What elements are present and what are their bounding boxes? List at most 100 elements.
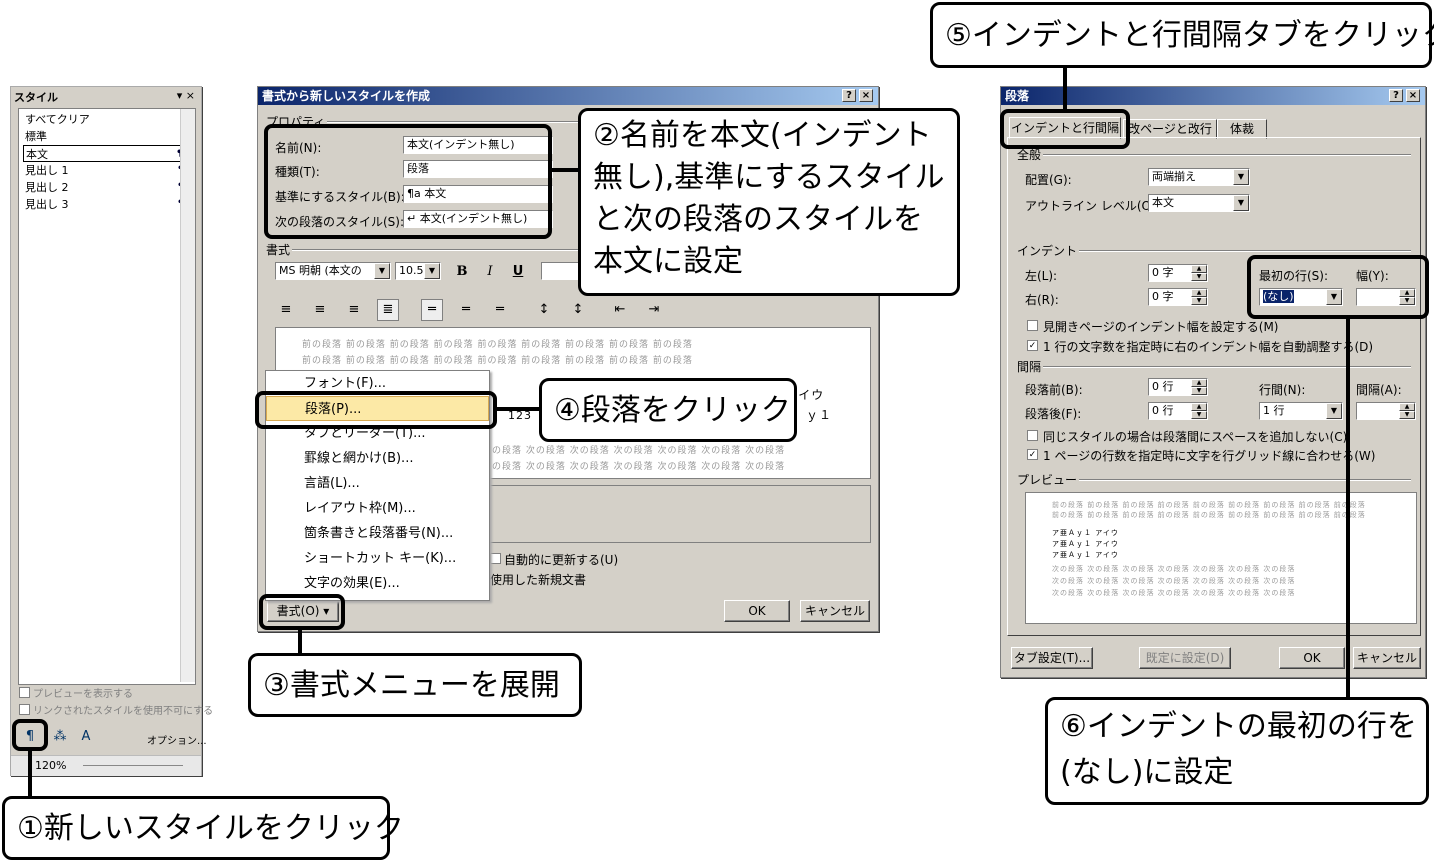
at-input[interactable]: ▲ ▼ — [1356, 402, 1416, 420]
chevron-down-icon[interactable]: ▼ — [424, 263, 440, 279]
double-spacing-icon[interactable]: ═ — [489, 299, 511, 321]
tab-settings-button[interactable]: タブ設定(T)... — [1011, 647, 1093, 669]
menu-item-borders[interactable]: 罫線と網かけ(B)... — [266, 446, 489, 471]
spin-up-icon[interactable]: ▲ — [1191, 379, 1207, 387]
no-space-same-checkbox[interactable] — [1027, 430, 1038, 441]
general-group — [1015, 154, 1411, 155]
highlight-format-button — [259, 594, 345, 630]
align-left-icon[interactable]: ≡ — [275, 299, 297, 321]
list-item[interactable]: 見出し 1¶a — [23, 162, 193, 179]
at-label: 間隔(A): — [1356, 383, 1402, 397]
right-indent-label: 右(R): — [1025, 293, 1059, 307]
bold-button[interactable]: B — [451, 261, 473, 283]
callout-4: ④段落をクリック — [539, 378, 797, 442]
connector-5 — [1063, 66, 1067, 110]
right-indent-input[interactable]: 0 字 ▲ ▼ — [1148, 288, 1208, 306]
set-default-button[interactable]: 既定に設定(D) — [1139, 647, 1231, 669]
spin-up-icon[interactable]: ▲ — [1191, 265, 1207, 273]
highlight-first-line — [1247, 255, 1429, 319]
chevron-down-icon[interactable]: ▼ — [374, 263, 390, 279]
chevron-down-icon[interactable]: ▼ — [1233, 169, 1249, 185]
menu-item-frame[interactable]: レイアウト枠(M)... — [266, 496, 489, 521]
callout-2-line2: 無し),基準にするスタイル — [593, 160, 945, 195]
single-spacing-icon[interactable]: ═ — [421, 299, 443, 321]
menu-item-shortcut[interactable]: ショートカット キー(K)... — [266, 546, 489, 571]
spin-down-icon[interactable]: ▼ — [1399, 411, 1415, 419]
snap-grid-label: 1 ページの行数を指定時に文字を行グリッド線に合わせる(W) — [1043, 449, 1376, 463]
justify-icon[interactable]: ≣ — [377, 299, 399, 321]
cancel-button[interactable]: キャンセル — [1353, 647, 1421, 669]
format-label: 書式 — [264, 241, 293, 258]
close-icon[interactable]: × — [1406, 89, 1420, 102]
one-half-spacing-icon[interactable]: ═ — [455, 299, 477, 321]
list-item[interactable]: 見出し 2¶a — [23, 179, 193, 196]
increase-indent-icon[interactable]: ⇥ — [643, 299, 665, 321]
size-select[interactable]: 10.5 ▼ — [395, 262, 441, 280]
show-preview-checkbox[interactable] — [19, 687, 30, 698]
callout-2-line4: 本文に設定 — [593, 244, 743, 279]
line-spacing-select[interactable]: 1 行 ▼ — [1259, 402, 1343, 420]
auto-update-label: 自動的に更新する(U) — [504, 553, 619, 567]
styles-pane-close-icon[interactable]: ▾ × — [177, 89, 195, 102]
underline-button[interactable]: U — [507, 261, 529, 283]
help-icon[interactable]: ? — [1389, 89, 1403, 102]
space-before-icon[interactable]: ↕ — [533, 299, 555, 321]
before-input[interactable]: 0 行 ▲ ▼ — [1148, 378, 1208, 396]
menu-item-numbering[interactable]: 箇条書きと段落番号(N)... — [266, 521, 489, 546]
highlight-new-style — [12, 719, 48, 751]
font-select[interactable]: MS 明朝 (本文の ▼ — [275, 262, 391, 280]
close-icon[interactable]: × — [859, 89, 873, 102]
list-item[interactable]: 見出し 3¶a — [23, 196, 193, 213]
show-preview-label: プレビューを表示する — [33, 689, 133, 700]
tab-asian-typography[interactable]: 体裁 — [1217, 119, 1267, 139]
paragraph-preview: 前の段落 前の段落 前の段落 前の段落 前の段落 前の段落 前の段落 前の段落 … — [1025, 492, 1417, 624]
italic-button[interactable]: I — [479, 261, 501, 283]
ok-button[interactable]: OK — [1279, 647, 1345, 669]
color-select[interactable] — [541, 262, 581, 280]
tab-line-page-breaks[interactable]: 改ページと改行 — [1123, 119, 1217, 139]
auto-update-checkbox[interactable] — [490, 553, 501, 564]
spin-down-icon[interactable]: ▼ — [1191, 273, 1207, 281]
style-inspector-icon[interactable]: ⁂ — [49, 726, 71, 748]
align-select[interactable]: 両端揃え ▼ — [1148, 168, 1250, 186]
manage-styles-icon[interactable]: A — [75, 726, 97, 748]
zoom-slider[interactable] — [83, 765, 183, 766]
ok-button[interactable]: OK — [724, 600, 790, 622]
styles-scrollbar[interactable] — [180, 109, 195, 682]
spin-down-icon[interactable]: ▼ — [1191, 387, 1207, 395]
chevron-down-icon[interactable]: ▼ — [1326, 403, 1342, 419]
decrease-indent-icon[interactable]: ⇤ — [609, 299, 631, 321]
options-link[interactable]: オプション... — [147, 732, 207, 747]
connector-6 — [1346, 319, 1350, 699]
after-input[interactable]: 0 行 ▲ ▼ — [1148, 402, 1208, 420]
highlight-paragraph-item — [255, 391, 497, 429]
menu-item-effects[interactable]: 文字の効果(E)... — [266, 571, 489, 596]
cancel-button[interactable]: キャンセル — [800, 600, 870, 622]
mirror-indent-checkbox[interactable] — [1027, 320, 1038, 331]
spin-up-icon[interactable]: ▲ — [1191, 403, 1207, 411]
connector-4 — [497, 407, 541, 411]
mirror-indent-label: 見開きページのインデント幅を設定する(M) — [1043, 320, 1279, 334]
left-indent-input[interactable]: 0 字 ▲ ▼ — [1148, 264, 1208, 282]
align-right-icon[interactable]: ≡ — [343, 299, 365, 321]
list-item[interactable]: 標準↵ — [23, 128, 193, 145]
help-icon[interactable]: ? — [842, 89, 856, 102]
list-item-selected[interactable]: 本文¶a — [23, 145, 193, 162]
spin-down-icon[interactable]: ▼ — [1191, 411, 1207, 419]
spin-up-icon[interactable]: ▲ — [1399, 403, 1415, 411]
align-label: 配置(G): — [1025, 173, 1072, 187]
disable-linked-label: リンクされたスタイルを使用不可にする — [33, 706, 214, 717]
menu-item-language[interactable]: 言語(L)... — [266, 471, 489, 496]
list-item[interactable]: すべてクリア — [23, 111, 193, 128]
preview-label: プレビュー — [1015, 471, 1080, 488]
spin-up-icon[interactable]: ▲ — [1191, 289, 1207, 297]
align-center-icon[interactable]: ≡ — [309, 299, 331, 321]
space-after-icon[interactable]: ↕ — [567, 299, 589, 321]
snap-grid-checkbox[interactable]: ✓ — [1027, 449, 1038, 460]
line-spacing-label: 行間(N): — [1259, 383, 1306, 397]
disable-linked-checkbox[interactable] — [19, 704, 30, 715]
chevron-down-icon[interactable]: ▼ — [1233, 195, 1249, 211]
spin-down-icon[interactable]: ▼ — [1191, 297, 1207, 305]
outline-select[interactable]: 本文 ▼ — [1148, 194, 1250, 212]
auto-adjust-checkbox[interactable]: ✓ — [1027, 340, 1038, 351]
